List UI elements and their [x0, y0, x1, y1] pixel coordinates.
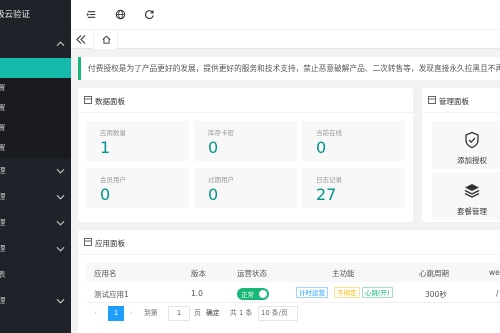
- stat-label: 会员用户: [100, 176, 126, 184]
- page-current[interactable]: 1: [108, 306, 124, 321]
- cell-extra: /: [496, 289, 499, 298]
- chevron-up-icon: [56, 41, 65, 47]
- brand-title: 极云验证: [0, 10, 31, 20]
- next-page-icon[interactable]: ›: [130, 306, 133, 321]
- sidebar-subitem[interactable]: 置: [0, 118, 71, 138]
- sidebar: 极云验证 置 置 置 置 理 理 理 理 表 理: [0, 0, 71, 333]
- menu-fold-icon[interactable]: [85, 8, 98, 21]
- manage-panel: 管理面板 添加授权 套餐管理: [422, 88, 500, 222]
- sidebar-menu-expanded[interactable]: [0, 30, 71, 58]
- col-header: 应用名: [94, 269, 117, 278]
- stat-value: 0: [208, 138, 219, 157]
- stat-card: 应用数量 1: [86, 121, 189, 161]
- manage-panel-title: 管理面板: [439, 97, 469, 106]
- chevron-down-icon: [56, 298, 65, 304]
- col-header: 版本: [191, 269, 206, 278]
- stat-card: 当前在线 0: [302, 121, 405, 161]
- chevron-down-icon: [56, 220, 65, 226]
- cell-app-name: 测试应用1: [94, 290, 129, 299]
- chevron-down-icon: [56, 168, 65, 174]
- col-header: 心跳周期: [419, 269, 449, 278]
- stat-card: 过期用户 0: [194, 168, 297, 208]
- page-label: 页: [194, 309, 201, 317]
- stat-value: 0: [208, 185, 219, 204]
- app-panel-title: 应用面板: [95, 239, 125, 248]
- data-panel-header: 数据面板: [78, 88, 413, 113]
- table-row: 测试应用1 1.0 正常 计时运营 不绑定 心跳(开) 300秒 /: [86, 283, 500, 303]
- col-header: 运营状态: [237, 269, 267, 278]
- goto-page-input[interactable]: 1: [168, 306, 190, 321]
- stat-label: 当前在线: [316, 129, 342, 137]
- sidebar-item[interactable]: 理: [0, 210, 71, 236]
- stat-card: 会员用户 0: [86, 168, 189, 208]
- package-manage-button[interactable]: 套餐管理: [432, 172, 500, 220]
- home-icon: [102, 35, 111, 44]
- stat-value: 1: [100, 138, 111, 157]
- tag-heartbeat: 心跳(开): [362, 287, 393, 298]
- stat-value: 0: [316, 138, 327, 157]
- data-panel: 数据面板 应用数量 1 库存卡密 0 当前在线 0 会员用户 0 过期用户 0 …: [78, 88, 413, 222]
- double-chevron-left-icon[interactable]: [75, 33, 87, 46]
- stat-label: 应用数量: [100, 129, 126, 137]
- notice-banner: 付费授权是为了产品更好的发展，提供更好的服务和技术支持，禁止恶意破解产品、二次转…: [78, 57, 500, 80]
- shield-check-icon: [465, 131, 479, 149]
- layers-icon: [464, 184, 480, 198]
- package-manage-label: 套餐管理: [457, 207, 487, 216]
- total-count: 共 1 条: [230, 309, 253, 317]
- status-toggle[interactable]: 正常: [237, 288, 269, 300]
- goto-label: 到第: [144, 309, 158, 317]
- sidebar-item[interactable]: 表: [0, 262, 71, 288]
- col-header: 主功能: [332, 269, 355, 278]
- manage-panel-header: 管理面板: [422, 88, 500, 113]
- goto-confirm-button[interactable]: 确定: [206, 306, 220, 321]
- stat-label: 过期用户: [208, 176, 234, 184]
- toggle-knob: [259, 290, 267, 298]
- top-header: [71, 0, 500, 30]
- stat-label: 库存卡密: [208, 129, 234, 137]
- add-license-button[interactable]: 添加授权: [432, 121, 500, 169]
- app-panel-header: 应用面板: [78, 230, 500, 255]
- stat-value: 27: [316, 185, 337, 204]
- add-license-label: 添加授权: [457, 156, 487, 165]
- panel-icon: [84, 238, 92, 246]
- pagination: ‹ 1 › 到第 1 页 确定 共 1 条 10 条/页: [86, 305, 500, 323]
- globe-icon[interactable]: [114, 8, 127, 21]
- sidebar-subitem[interactable]: 置: [0, 138, 71, 158]
- tab-home[interactable]: [93, 30, 118, 49]
- sidebar-item-active[interactable]: [0, 58, 71, 78]
- status-toggle-label: 正常: [241, 291, 254, 299]
- tabs-bar: [71, 30, 500, 49]
- sidebar-item[interactable]: 理: [0, 158, 71, 184]
- sidebar-item[interactable]: 理: [0, 236, 71, 262]
- notice-text: 付费授权是为了产品更好的发展，提供更好的服务和技术支持，禁止恶意破解产品、二次转…: [88, 64, 500, 73]
- panel-icon: [428, 96, 436, 104]
- prev-page-icon[interactable]: ‹: [94, 306, 97, 321]
- stat-value: 0: [100, 185, 111, 204]
- tag-unbind: 不绑定: [334, 287, 360, 298]
- refresh-icon[interactable]: [143, 8, 156, 21]
- panel-icon: [84, 96, 92, 104]
- chevron-down-icon: [56, 246, 65, 252]
- chevron-down-icon: [56, 194, 65, 200]
- col-header: we: [489, 268, 500, 277]
- stat-label: 日志记录: [316, 176, 342, 184]
- sidebar-subitem[interactable]: 置: [0, 98, 71, 118]
- sidebar-item[interactable]: 理: [0, 184, 71, 210]
- table-header: 应用名 版本 运营状态 主功能 心跳周期 we: [86, 263, 500, 282]
- cell-heartbeat: 300秒: [425, 290, 447, 299]
- cell-version: 1.0: [191, 289, 203, 298]
- sidebar-subitem[interactable]: 置: [0, 78, 71, 98]
- sidebar-item[interactable]: 理: [0, 288, 71, 314]
- stat-card: 日志记录 27: [302, 168, 405, 208]
- tag-timing: 计时运营: [296, 287, 328, 298]
- per-page-value: 10 条/页: [261, 309, 288, 317]
- stat-card: 库存卡密 0: [194, 121, 297, 161]
- per-page-select[interactable]: 10 条/页: [258, 306, 298, 321]
- data-panel-title: 数据面板: [95, 97, 125, 106]
